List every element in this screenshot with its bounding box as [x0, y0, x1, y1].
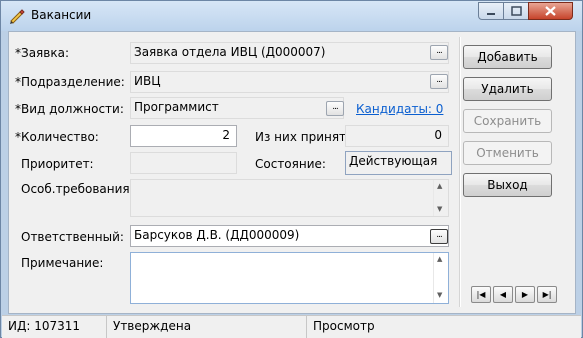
primechanie-label: Примечание: — [21, 256, 104, 270]
zayavka-field: Заявка отдела ИВЦ (Д000007) — [130, 42, 449, 64]
prev-record-button[interactable]: ◀ — [493, 286, 513, 303]
close-icon — [545, 6, 556, 16]
sostoyanie-label: Состояние: — [255, 157, 326, 171]
vacancy-form: *Заявка: Заявка отдела ИВЦ (Д000007) ...… — [9, 32, 458, 313]
trebovaniya-field — [130, 179, 449, 217]
candidates-link[interactable]: Кандидаты: 0 — [356, 102, 443, 116]
prioritet-field — [130, 152, 237, 174]
status-state: Утверждена — [107, 316, 307, 338]
otvetstvenny-select-button[interactable]: ... — [430, 229, 448, 244]
prinyato-field: 0 — [345, 125, 449, 147]
scroll-down-icon[interactable]: ▼ — [437, 291, 442, 299]
scroll-up-icon[interactable]: ▲ — [437, 255, 442, 263]
prioritet-label: Приоритет: — [21, 157, 94, 171]
otvetstvenny-label: Ответственный: — [21, 230, 124, 244]
dolzhnost-field: Программист — [130, 97, 344, 119]
zayavka-label: *Заявка: — [15, 46, 69, 60]
maximize-icon — [511, 6, 522, 16]
dolzhnost-select-button[interactable]: ... — [326, 101, 344, 116]
exit-button[interactable]: Выход — [463, 173, 552, 197]
status-id: ИД: 107311 — [2, 316, 107, 338]
dolzhnost-label: *Вид должности: — [15, 102, 124, 116]
trebovaniya-scrollbar[interactable]: ▲ ▼ — [433, 180, 448, 216]
podrazdelenie-label: *Подразделение: — [15, 75, 125, 89]
podrazdelenie-select-button[interactable]: ... — [430, 74, 448, 89]
app-window: Вакансии *Заявка: Заявка отдела ИВЦ (Д00… — [0, 0, 583, 338]
zayavka-select-button[interactable]: ... — [430, 45, 448, 60]
first-record-button[interactable]: |◀ — [471, 286, 491, 303]
kolichestvo-input[interactable]: 2 — [130, 125, 237, 147]
window-title: Вакансии — [31, 8, 92, 22]
trebovaniya-label: Особ.требования: — [21, 182, 134, 196]
add-button[interactable]: Добавить — [463, 45, 552, 69]
maximize-button[interactable] — [503, 2, 529, 20]
podrazdelenie-field: ИВЦ — [130, 71, 449, 93]
status-bar: ИД: 107311 Утверждена Просмотр — [2, 315, 581, 338]
primechanie-textarea[interactable] — [130, 252, 449, 304]
status-mode: Просмотр — [313, 319, 375, 333]
cancel-button[interactable]: Отменить — [463, 141, 552, 165]
scroll-up-icon[interactable]: ▲ — [437, 182, 442, 190]
primechanie-scrollbar[interactable]: ▲ ▼ — [433, 253, 448, 303]
scroll-down-icon[interactable]: ▼ — [437, 205, 442, 213]
minimize-button[interactable] — [478, 2, 504, 20]
vertical-divider — [459, 37, 461, 307]
pen-icon — [10, 9, 25, 24]
delete-button[interactable]: Удалить — [463, 77, 552, 101]
next-record-button[interactable]: ▶ — [515, 286, 535, 303]
minimize-icon — [487, 13, 495, 15]
kolichestvo-label: *Количество: — [15, 130, 99, 144]
last-record-button[interactable]: ▶| — [537, 286, 557, 303]
otvetstvenny-field[interactable]: Барсуков Д.В. (ДД000009) — [130, 225, 449, 247]
prinyato-label: Из них принято: — [255, 130, 358, 144]
sostoyanie-field[interactable]: Действующая — [345, 151, 452, 175]
save-button[interactable]: Сохранить — [463, 109, 552, 133]
title-bar[interactable]: Вакансии — [1, 1, 582, 31]
close-button[interactable] — [528, 2, 573, 20]
